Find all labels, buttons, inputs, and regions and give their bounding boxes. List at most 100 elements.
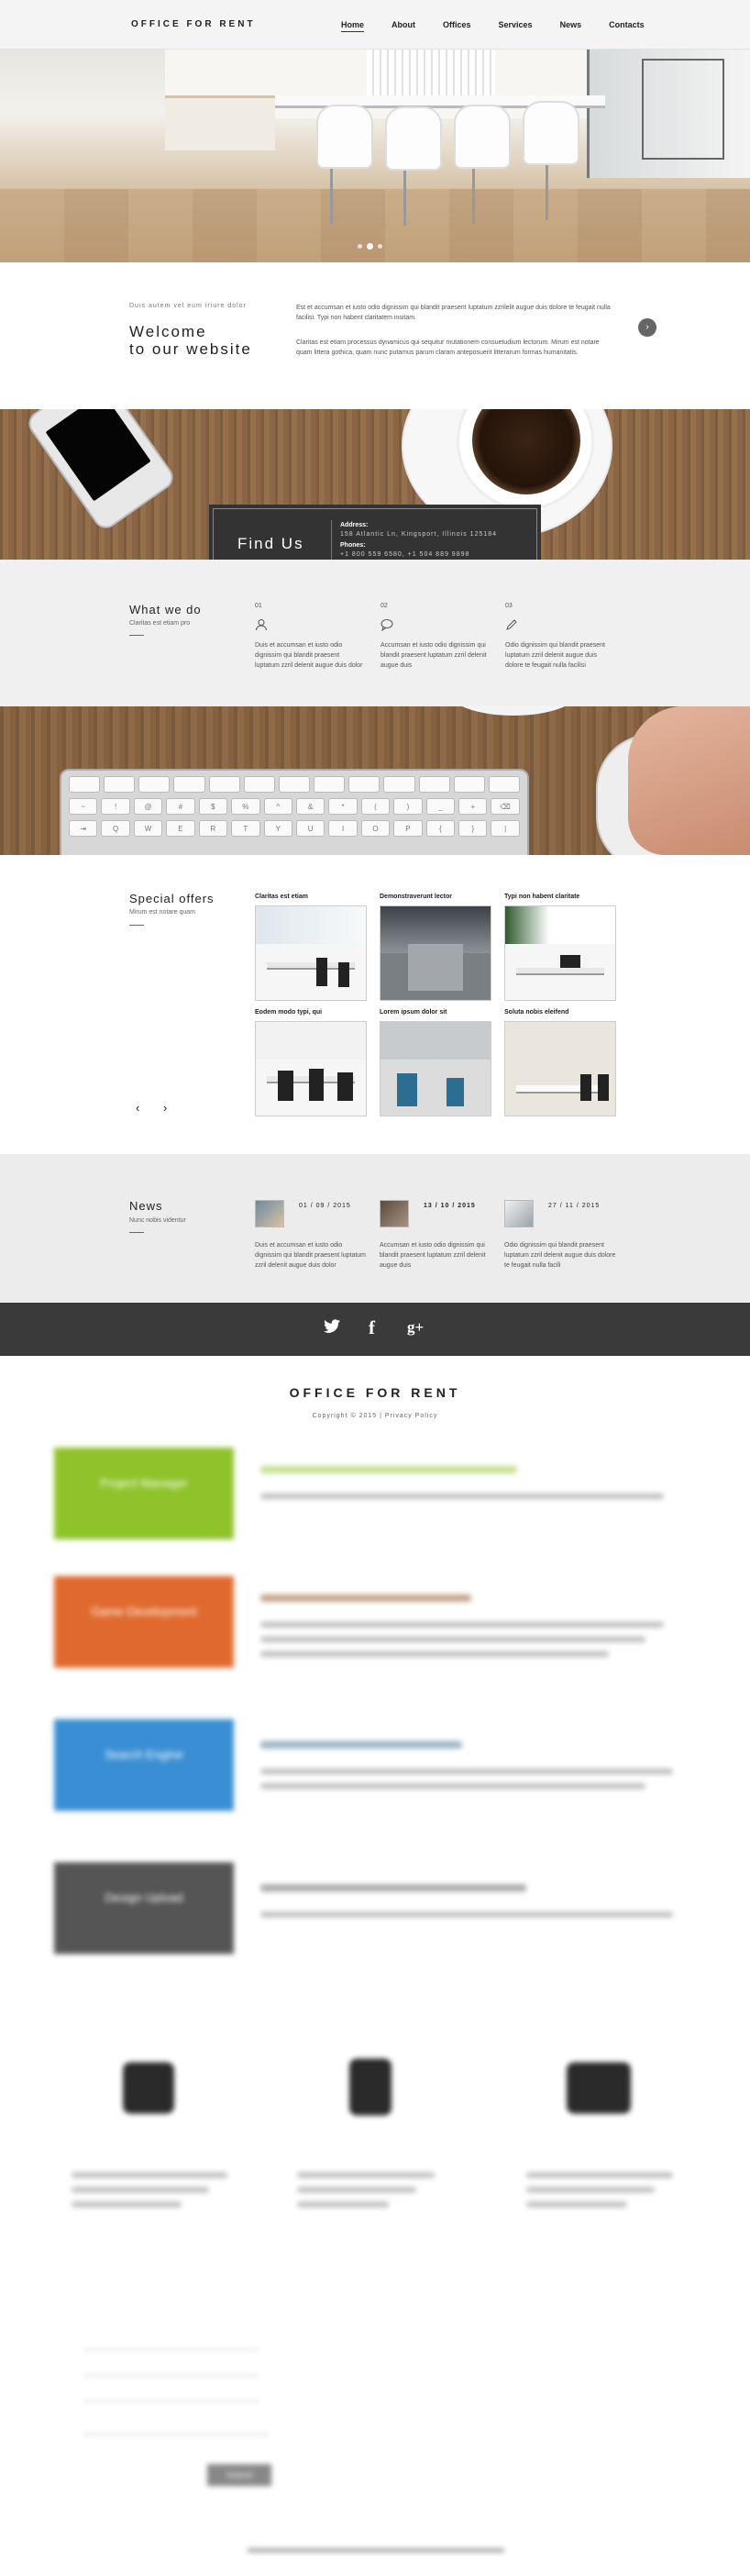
service-item: 01 Duis et accumsan et iusto odio dignis… <box>255 603 365 671</box>
offer-card[interactable]: Claritas est etiam <box>255 894 367 1001</box>
name-field[interactable] <box>84 2337 259 2350</box>
office-image <box>380 905 491 1001</box>
section-title: News <box>129 1199 163 1213</box>
feature-text-line <box>260 1622 664 1627</box>
phones-label: Phones: <box>340 542 366 549</box>
section-subtitle: Nunc nobis videntur <box>129 1217 186 1224</box>
message-field[interactable] <box>84 2433 268 2435</box>
nav-news[interactable]: News <box>560 20 582 32</box>
slider-dot[interactable] <box>358 244 362 249</box>
news-section: News Nunc nobis videntur 01 / 09 / 2015 … <box>0 1154 750 1303</box>
welcome-title: Welcome to our website <box>129 323 313 358</box>
feature-heading <box>260 1741 462 1749</box>
blurred-preview-area: Project Manager Game Development Search … <box>0 1448 750 2576</box>
offer-caption[interactable]: Soluta nobis eleifend <box>504 1009 616 1016</box>
service-number: 02 <box>381 603 388 609</box>
building-icon <box>349 2059 392 2115</box>
service-item: 02 Accumsan et iusto odio dignissim qui … <box>381 603 491 671</box>
keyboard-image: ~! @ # $% ^ & *() _ + ⌫ ⇥ Q W E R T Y U I O P{} | <box>60 769 529 855</box>
section-subtitle: Mirum est notare quam <box>129 909 195 916</box>
feature-text-line <box>260 1783 645 1789</box>
saucer-image <box>449 706 578 716</box>
hero-glass-frame <box>642 59 724 160</box>
welcome-kicker: Duis autem vel eum iriure dolor <box>129 303 247 309</box>
feature-text-line <box>260 1493 664 1499</box>
feature-text-line <box>297 2172 435 2178</box>
facebook-icon[interactable]: f <box>369 1316 375 1339</box>
nav-offices[interactable]: Offices <box>443 20 471 32</box>
section-rule <box>129 1232 144 1233</box>
hero-chair <box>523 101 579 165</box>
scales-icon <box>567 2062 631 2114</box>
hero-slider <box>0 50 750 262</box>
nav-services[interactable]: Services <box>499 20 533 32</box>
service-text: Accumsan et iusto odio dignissim qui bla… <box>381 642 487 669</box>
site-logo[interactable]: OFFICE FOR RENT <box>131 19 256 29</box>
keyboard-banner: ~! @ # $% ^ & *() _ + ⌫ ⇥ Q W E R T Y U I O P{} | <box>0 706 750 855</box>
service-number: 01 <box>255 603 262 609</box>
chat-icon <box>381 618 395 633</box>
feature-tile: Project Manager <box>54 1448 234 1539</box>
google-plus-icon[interactable]: g+ <box>407 1318 424 1337</box>
offer-caption[interactable]: Typi non habent claritate <box>504 894 616 900</box>
feature-heading <box>260 1884 526 1892</box>
offer-caption[interactable]: Lorem ipsum dolor sit <box>380 1009 491 1016</box>
phone-field[interactable] <box>84 2389 259 2402</box>
feature-text-line <box>72 2172 227 2178</box>
hero-sideboard <box>165 95 275 150</box>
news-date: 01 / 09 / 2015 <box>299 1203 351 1209</box>
pencil-icon <box>505 618 520 633</box>
arrow-right-icon[interactable]: › <box>638 318 656 337</box>
nav-home[interactable]: Home <box>341 20 365 32</box>
section-rule <box>129 925 144 926</box>
offer-card[interactable]: Eodem modo typi, qui <box>255 1009 367 1116</box>
offer-caption[interactable]: Demonstraverunt lector <box>380 894 491 900</box>
smartphone-image <box>24 409 178 534</box>
offer-card[interactable]: Demonstraverunt lector <box>380 894 491 1001</box>
service-number: 03 <box>505 603 513 609</box>
news-text: Odio dignissim qui blandit praesent lupt… <box>504 1242 616 1269</box>
news-thumbnail[interactable] <box>255 1200 284 1227</box>
offer-caption[interactable]: Eodem modo typi, qui <box>255 1009 367 1016</box>
submit-button[interactable]: Submit <box>207 2464 271 2486</box>
main-nav: Home About Offices Services News Contact… <box>341 20 672 32</box>
email-field[interactable] <box>84 2363 259 2376</box>
offer-card[interactable]: Soluta nobis eleifend <box>504 1009 616 1116</box>
chevron-left-icon[interactable]: ‹ <box>136 1101 139 1115</box>
hero-chair-leg <box>330 169 333 224</box>
offer-card[interactable]: Typi non habent claritate <box>504 894 616 1001</box>
news-text: Accumsan et iusto odio dignissim qui bla… <box>380 1242 486 1269</box>
chevron-right-icon[interactable]: › <box>163 1101 167 1115</box>
slider-pagination <box>358 243 382 250</box>
twitter-icon[interactable] <box>323 1318 341 1339</box>
offer-caption[interactable]: Claritas est etiam <box>255 894 367 900</box>
address-value: 158 Atlantic Ln, Kingsport, Illinois 125… <box>340 531 498 538</box>
news-thumbnail[interactable] <box>504 1200 534 1227</box>
footer-logo[interactable]: OFFICE FOR RENT <box>0 1385 750 1400</box>
section-rule <box>129 635 144 636</box>
feature-text-line <box>526 2172 673 2178</box>
what-we-do-section: What we do Claritas est etiam pro 01 Dui… <box>0 560 750 706</box>
slider-dot[interactable] <box>378 244 382 249</box>
social-bar: f g+ <box>0 1303 750 1356</box>
welcome-section: Duis autem vel eum iriure dolor Welcome … <box>0 262 750 409</box>
site-footer: OFFICE FOR RENT Copyright © 2015 | Priva… <box>0 1356 750 1448</box>
feature-text-line <box>297 2202 389 2207</box>
feature-text-line <box>72 2187 209 2193</box>
section-subtitle: Claritas est etiam pro <box>129 620 191 627</box>
office-image <box>380 1021 491 1116</box>
news-thumbnail[interactable] <box>380 1200 409 1227</box>
feature-tile: Design Upload <box>54 1862 234 1954</box>
hero-floor <box>0 189 750 262</box>
feature-heading <box>260 1594 471 1602</box>
hero-chair <box>385 106 442 171</box>
slider-dot-active[interactable] <box>367 243 373 250</box>
offer-card[interactable]: Lorem ipsum dolor sit <box>380 1009 491 1116</box>
nav-contacts[interactable]: Contacts <box>609 20 645 32</box>
nav-about[interactable]: About <box>392 20 415 32</box>
office-image <box>504 905 616 1001</box>
news-text: Duis et accumsan et iusto odio dignissim… <box>255 1242 367 1269</box>
office-image <box>504 1021 616 1116</box>
feature-text-line <box>260 1912 673 1917</box>
feature-text-line <box>260 1651 609 1657</box>
